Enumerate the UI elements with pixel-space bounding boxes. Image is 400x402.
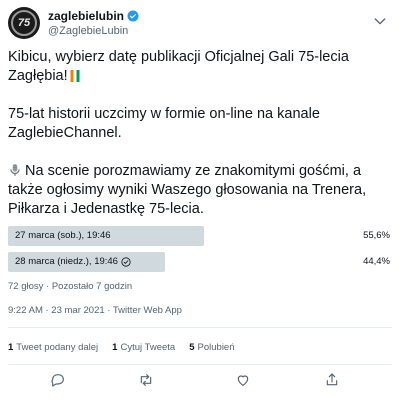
display-name-row[interactable]: zaglebielubin: [48, 9, 139, 23]
handle[interactable]: @ZaglebieLubin: [48, 25, 139, 37]
tweet-paragraph-3: Na scenie porozmawiamy ze znakomitymi go…: [8, 162, 390, 219]
retweet-icon[interactable]: [138, 372, 154, 388]
poll-option-label: 28 marca (niedz.), 19:46: [15, 256, 118, 267]
tweet-paragraph-1: Kibicu, wybierz datę publikacji Oficjaln…: [8, 48, 390, 86]
avatar-logo: 75: [11, 10, 37, 36]
quotes-stat[interactable]: 1 Cytuj Tweeta: [112, 342, 175, 353]
tweet-paragraph-1-text: Kibicu, wybierz datę publikacji Oficjaln…: [8, 49, 349, 84]
avatar[interactable]: 75: [8, 7, 40, 39]
poll-option-percent: 44,4%: [363, 256, 390, 267]
divider: [8, 327, 392, 328]
flag-icon: [70, 70, 80, 82]
verified-badge-icon: [127, 10, 139, 22]
poll: 27 marca (sob.), 19:46 55,6% 28 marca (n…: [8, 226, 392, 278]
likes-count: 5: [189, 342, 195, 353]
avatar-text: 75: [17, 17, 31, 29]
poll-option-percent: 55,6%: [363, 230, 390, 241]
reply-icon[interactable]: [50, 372, 66, 388]
tweet-paragraph-2: 75-lat historii uczcimy w formie on-line…: [8, 106, 320, 141]
retweets-count: 1: [8, 342, 14, 353]
quotes-label: Cytuj Tweeta: [120, 342, 176, 353]
retweets-label: Tweet podany dalej: [16, 342, 99, 353]
retweets-stat[interactable]: 1 Tweet podany dalej: [8, 342, 98, 353]
poll-option-label: 27 marca (sob.), 19:46: [15, 230, 111, 241]
poll-option-label-row: 28 marca (niedz.), 19:46: [15, 256, 131, 267]
poll-meta: 72 głosy · Pozostało 7 godzin: [8, 281, 133, 292]
tweet-paragraph-3-text: Na scenie porozmawiamy ze znakomitymi go…: [8, 163, 367, 217]
author-names: zaglebielubin @ZaglebieLubin: [48, 9, 139, 37]
more-options-icon[interactable]: [372, 13, 388, 29]
likes-stat[interactable]: 5 Polubień: [189, 342, 234, 353]
display-name[interactable]: zaglebielubin: [48, 9, 124, 23]
poll-option-label-row: 27 marca (sob.), 19:46: [15, 230, 111, 241]
tweet-text: Kibicu, wybierz datę publikacji Oficjaln…: [8, 48, 390, 238]
tweet-actions: [8, 370, 392, 390]
tweet-header: 75 zaglebielubin @ZaglebieLubin: [8, 7, 392, 41]
poll-option: 28 marca (niedz.), 19:46 44,4%: [8, 252, 392, 272]
poll-option: 27 marca (sob.), 19:46 55,6%: [8, 226, 392, 246]
share-icon[interactable]: [324, 372, 340, 388]
likes-label: Polubień: [197, 342, 235, 353]
like-icon[interactable]: [235, 372, 251, 388]
tweet-timestamp[interactable]: 9:22 AM · 23 mar 2021 · Twitter Web App: [8, 305, 182, 316]
tweet-stats: 1 Tweet podany dalej 1 Cytuj Tweeta 5 Polub…: [8, 342, 235, 353]
microphone-icon: [10, 164, 20, 176]
check-circle-icon: [121, 256, 131, 267]
quotes-count: 1: [112, 342, 118, 353]
divider: [8, 364, 392, 365]
